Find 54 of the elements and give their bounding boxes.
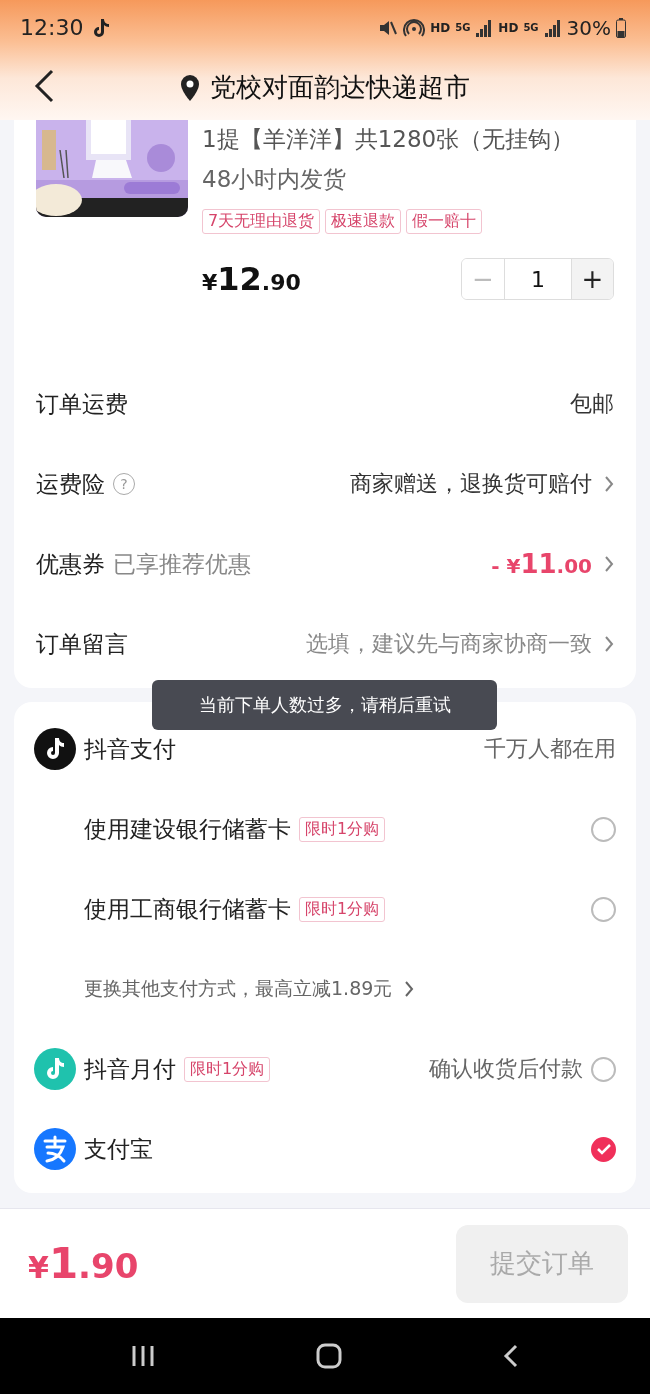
- payment-option[interactable]: 支付宝: [84, 1133, 153, 1165]
- more-payment-link[interactable]: 更换其他支付方式，最高立减1.89元: [84, 976, 393, 1002]
- row-label: 订单运费: [36, 389, 128, 419]
- row-label: 优惠券: [36, 549, 105, 579]
- music-note-logo-icon: [34, 1048, 76, 1090]
- chevron-icon: [404, 980, 415, 998]
- payment-option[interactable]: 使用工商银行储蓄卡: [84, 893, 291, 925]
- row-label: 订单留言: [36, 629, 128, 659]
- increase-button[interactable]: +: [571, 259, 613, 299]
- radio-button[interactable]: [591, 1056, 616, 1082]
- radio-button[interactable]: [591, 1136, 616, 1162]
- signal-icon: [543, 18, 562, 37]
- discount-amount[interactable]: - ¥11.00: [491, 549, 592, 579]
- shipping-note: 48小时内发货: [202, 165, 348, 194]
- signal-icon: [475, 18, 494, 37]
- promo-tag: 限时1分购: [299, 896, 386, 922]
- payment-logo-icon: [34, 1128, 76, 1170]
- row-value[interactable]: 选填，建议先与商家协商一致: [306, 629, 592, 659]
- row-label: 运费险: [36, 469, 105, 499]
- service-tag: 假一赔十: [406, 209, 483, 234]
- total-price: ¥1.90: [28, 1239, 139, 1288]
- row-value[interactable]: 商家赠送，退换货可赔付: [350, 469, 592, 499]
- payment-note: 确认收货后付款: [429, 1055, 583, 1083]
- network-label: 5G: [455, 22, 471, 33]
- network-label: 5G: [523, 22, 539, 33]
- radio-button[interactable]: [591, 816, 616, 842]
- payment-option[interactable]: 使用建设银行储蓄卡: [84, 813, 291, 845]
- toast-message: 当前下单人数过多，请稍后重试: [152, 680, 497, 730]
- promo-tag: 限时1分购: [299, 816, 386, 842]
- service-tag: 极速退款: [325, 209, 402, 234]
- battery-icon: [616, 17, 626, 38]
- music-note-logo-icon: [34, 728, 76, 770]
- payment-name: 抖音支付: [84, 734, 176, 764]
- recent-apps-icon[interactable]: [130, 1344, 155, 1368]
- row-value: 包邮: [570, 390, 614, 418]
- home-icon[interactable]: [316, 1343, 342, 1369]
- payment-option[interactable]: 抖音月付: [84, 1053, 176, 1085]
- music-note-icon: [92, 17, 111, 38]
- service-tag: 7天无理由退货: [202, 209, 321, 234]
- hotspot-icon: [403, 16, 426, 39]
- radio-button[interactable]: [591, 896, 616, 922]
- store-title: 党校对面韵达快递超市: [210, 71, 470, 104]
- location-pin-icon: [180, 74, 200, 101]
- product-title: 1提【羊洋洋】共1280张（无挂钩）: [202, 125, 576, 154]
- payment-note: 千万人都在用: [484, 735, 616, 763]
- network-label: HD: [498, 20, 519, 35]
- check-icon: [595, 1143, 612, 1155]
- unit-price: ¥12.90: [202, 260, 302, 298]
- battery-level: 30%: [566, 15, 611, 40]
- back-icon[interactable]: [503, 1344, 520, 1368]
- status-time: 12:30: [20, 15, 84, 40]
- row-sublabel: 已享推荐优惠: [113, 549, 251, 579]
- promo-tag: 限时1分购: [184, 1056, 271, 1082]
- network-label: HD: [430, 20, 451, 35]
